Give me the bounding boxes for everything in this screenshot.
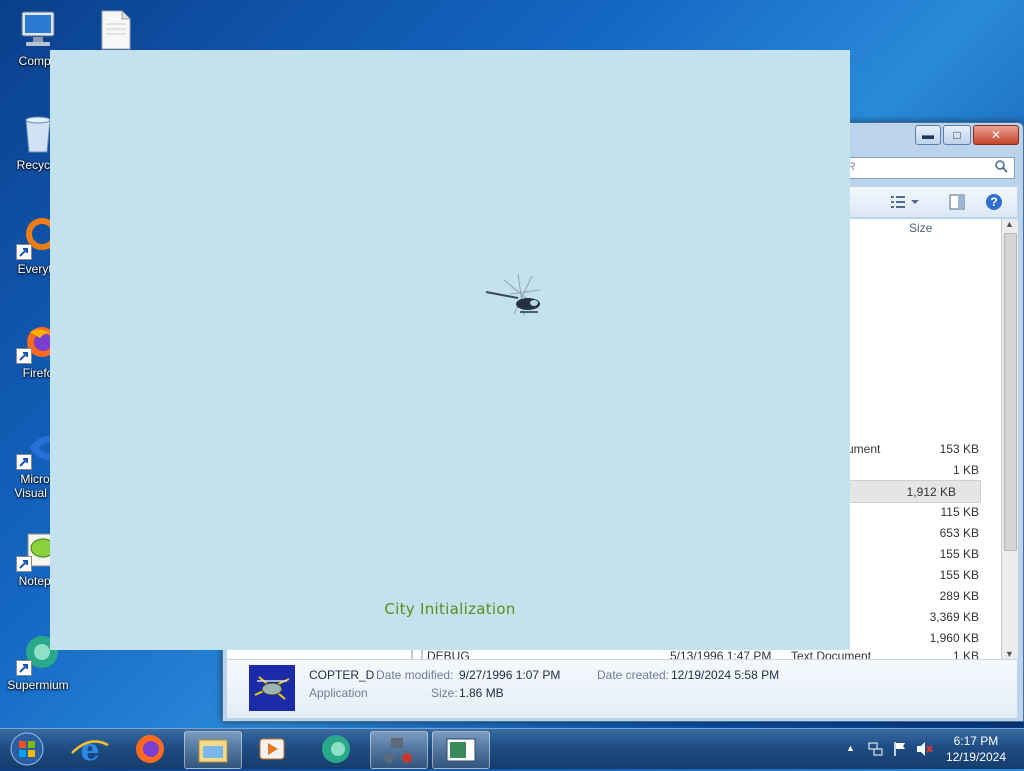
vertical-scrollbar[interactable]: ▲ ▼: [1001, 219, 1018, 659]
details-pane: COPTER_D Application Date modified: 9/27…: [227, 659, 1017, 718]
file-size: 153 KB: [939, 442, 979, 456]
volume-muted-icon[interactable]: [916, 741, 934, 760]
file-size: 3,369 KB: [929, 610, 979, 624]
helicopter-sprite: [484, 272, 554, 331]
svg-text:?: ?: [990, 195, 997, 209]
start-button[interactable]: [2, 731, 52, 767]
game-window-icon: [446, 738, 476, 762]
taskbar: e ▲ 6:17 PM 12/19/2024: [0, 728, 1024, 769]
file-size: 155 KB: [939, 547, 979, 561]
firefox-icon: [136, 735, 164, 763]
search-input[interactable]: ER: [833, 157, 1015, 179]
file-size: 115 KB: [940, 505, 979, 519]
shortcut-arrow-icon: [16, 556, 32, 572]
details-file-kind: Application: [309, 686, 368, 700]
details-date-modified-label: Date modified:: [376, 668, 454, 682]
help-icon[interactable]: ?: [985, 193, 1003, 214]
taskbar-media-player[interactable]: [244, 731, 300, 767]
view-options-icon[interactable]: [891, 195, 921, 212]
shortcut-arrow-icon: [16, 454, 32, 470]
taskbar-supermium[interactable]: [308, 731, 364, 767]
action-center-flag-icon[interactable]: [892, 741, 908, 760]
desktop-icon-document[interactable]: [78, 8, 154, 54]
scroll-down-icon[interactable]: ▼: [1005, 649, 1014, 659]
details-file-name: COPTER_D: [309, 668, 375, 682]
details-date-created: 12/19/2024 5:58 PM: [671, 668, 780, 682]
file-size: 289 KB: [939, 589, 979, 603]
taskbar-file-explorer[interactable]: [184, 731, 242, 769]
computer-icon: [16, 8, 60, 52]
clock-date: 12/19/2024: [945, 750, 1006, 764]
file-size: 155 KB: [939, 568, 979, 582]
start-orb-icon: [10, 732, 44, 766]
blank-document-icon: [94, 8, 138, 52]
file-name: DEBUG: [427, 649, 470, 659]
preview-pane-icon[interactable]: [949, 194, 965, 213]
file-type: Text Document: [791, 649, 872, 659]
tray-expand-icon[interactable]: ▲: [846, 743, 855, 753]
shortcut-arrow-icon: [16, 348, 32, 364]
close-button[interactable]: ✕: [973, 125, 1019, 145]
copter-app-icon: [249, 665, 295, 714]
taskbar-game-window[interactable]: [432, 731, 490, 769]
internet-explorer-icon: e: [71, 733, 109, 768]
scrollbar-thumb[interactable]: [1004, 233, 1017, 551]
network-tray-icon[interactable]: [868, 741, 884, 760]
taskbar-firefox[interactable]: [122, 731, 178, 767]
media-player-icon: [259, 738, 285, 760]
details-date-created-label: Date created:: [597, 668, 670, 682]
file-explorer-icon: [198, 739, 228, 763]
file-size: 653 KB: [939, 526, 979, 540]
taskbar-clock[interactable]: 6:17 PM 12/19/2024: [946, 733, 1006, 765]
supermium-icon: [322, 735, 350, 763]
minimize-button[interactable]: ▬: [915, 125, 941, 145]
file-type: ument: [847, 442, 881, 456]
details-size: 1.86 MB: [459, 686, 504, 700]
shortcut-arrow-icon: [16, 660, 32, 676]
file-size: 1,960 KB: [929, 631, 979, 645]
taskbar-network-app[interactable]: [370, 731, 428, 769]
file-size: 1,912 KB: [906, 485, 956, 499]
maximize-button[interactable]: □: [943, 125, 971, 145]
file-size: 1 KB: [952, 463, 979, 477]
taskbar-internet-explorer[interactable]: e: [62, 731, 118, 768]
file-size: 1 KB: [952, 649, 979, 659]
search-icon: [994, 159, 1008, 176]
column-header-size[interactable]: Size: [909, 221, 932, 235]
scroll-up-icon[interactable]: ▲: [1005, 219, 1014, 229]
details-date-modified: 9/27/1996 1:07 PM: [459, 668, 561, 682]
game-status-text: City Initialization: [384, 600, 516, 618]
svg-text:e: e: [80, 733, 99, 767]
clock-time: 6:17 PM: [953, 734, 999, 748]
shortcut-arrow-icon: [16, 244, 32, 260]
file-date: 5/13/1996 1:47 PM: [670, 649, 772, 659]
details-size-label: Size:: [431, 686, 458, 700]
desktop-icon-label: Supermium: [7, 678, 69, 692]
game-window[interactable]: City Initialization: [50, 50, 850, 650]
network-app-icon: [384, 738, 412, 763]
